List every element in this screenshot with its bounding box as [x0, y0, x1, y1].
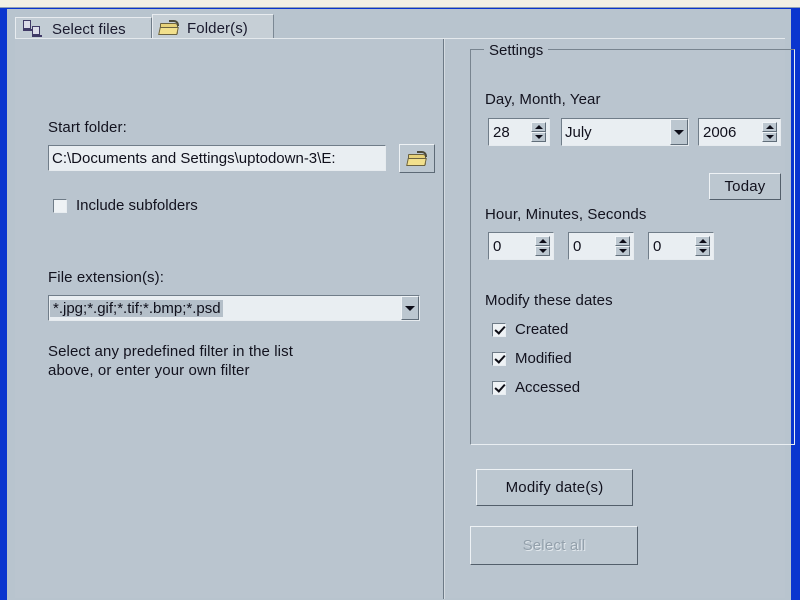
window-frame-left — [0, 8, 7, 600]
browse-folder-button[interactable] — [399, 144, 435, 173]
tab-folders-label: Folder(s) — [187, 20, 248, 37]
file-extensions-label: File extension(s): — [48, 269, 165, 286]
hour-spinner-buttons[interactable] — [534, 235, 551, 257]
include-subfolders-label: Include subfolders — [76, 197, 198, 214]
checkbox-box — [492, 322, 506, 337]
include-subfolders-checkbox[interactable]: Include subfolders — [53, 197, 198, 214]
spinner-up-icon — [531, 122, 546, 132]
spinner-down-icon — [531, 132, 546, 142]
year-spinner-buttons[interactable] — [761, 121, 778, 143]
open-folder-icon — [158, 20, 181, 37]
tab-select-files-label: Select files — [52, 20, 126, 38]
checkbox-accessed-label: Accessed — [515, 379, 581, 396]
start-folder-input[interactable]: C:\Documents and Settings\uptodown-3\E: — [48, 145, 386, 171]
checkbox-accessed[interactable]: Accessed — [492, 379, 580, 396]
file-extensions-combo[interactable]: *.jpg;*.gif;*.tif;*.bmp;*.psd — [48, 295, 420, 321]
filter-hint-text: Select any predefined filter in the list… — [48, 343, 293, 379]
checkbox-created[interactable]: Created — [492, 321, 568, 338]
seconds-spinner[interactable]: 0 — [648, 232, 714, 260]
checkbox-box — [492, 351, 506, 366]
minutes-spinner-buttons[interactable] — [614, 235, 631, 257]
day-value: 28 — [493, 123, 510, 141]
chevron-down-icon[interactable] — [670, 119, 688, 145]
hour-value: 0 — [493, 237, 502, 255]
modify-dates-label: Modify these dates — [485, 292, 613, 309]
select-all-button: Select all — [470, 526, 638, 565]
checkbox-box — [53, 198, 67, 213]
checkbox-modified-label: Modified — [515, 350, 572, 367]
date-fields-label: Day, Month, Year — [485, 91, 601, 108]
spinner-up-icon — [762, 122, 777, 132]
tab-strip: Select files Folder(s) — [15, 13, 785, 42]
open-folder-browse-icon — [406, 151, 429, 168]
checkbox-created-label: Created — [515, 321, 569, 338]
year-spinner[interactable]: 2006 — [698, 118, 781, 146]
day-spinner-buttons[interactable] — [530, 121, 547, 143]
documents-icon — [22, 20, 46, 38]
minutes-spinner[interactable]: 0 — [568, 232, 634, 260]
month-combo[interactable]: July — [561, 118, 689, 146]
spinner-up-icon — [615, 236, 630, 246]
tab-content-panel: Start folder: C:\Documents and Settings\… — [15, 38, 795, 599]
spinner-up-icon — [535, 236, 550, 246]
application-window: Select files Folder(s) Start folder: C:\… — [0, 0, 800, 600]
title-strip — [0, 0, 800, 8]
checkbox-modified[interactable]: Modified — [492, 350, 572, 367]
start-folder-label: Start folder: — [48, 119, 127, 136]
spinner-down-icon — [615, 246, 630, 256]
spinner-down-icon — [762, 132, 777, 142]
year-value: 2006 — [703, 123, 737, 141]
spinner-down-icon — [695, 246, 710, 256]
spinner-up-icon — [695, 236, 710, 246]
modify-dates-button[interactable]: Modify date(s) — [476, 469, 633, 506]
panel-divider — [443, 39, 445, 599]
month-value: July — [565, 123, 592, 141]
today-button[interactable]: Today — [709, 173, 781, 200]
client-area: Select files Folder(s) Start folder: C:\… — [7, 9, 795, 600]
file-extensions-value: *.jpg;*.gif;*.tif;*.bmp;*.psd — [50, 299, 223, 317]
tab-select-files[interactable]: Select files — [15, 17, 152, 40]
hour-spinner[interactable]: 0 — [488, 232, 554, 260]
seconds-value: 0 — [653, 237, 662, 255]
minutes-value: 0 — [573, 237, 582, 255]
settings-group-label: Settings — [484, 42, 549, 59]
chevron-down-icon[interactable] — [401, 296, 419, 320]
checkbox-box — [492, 380, 506, 395]
seconds-spinner-buttons[interactable] — [694, 235, 711, 257]
time-fields-label: Hour, Minutes, Seconds — [485, 206, 647, 223]
day-spinner[interactable]: 28 — [488, 118, 550, 146]
spinner-down-icon — [535, 246, 550, 256]
